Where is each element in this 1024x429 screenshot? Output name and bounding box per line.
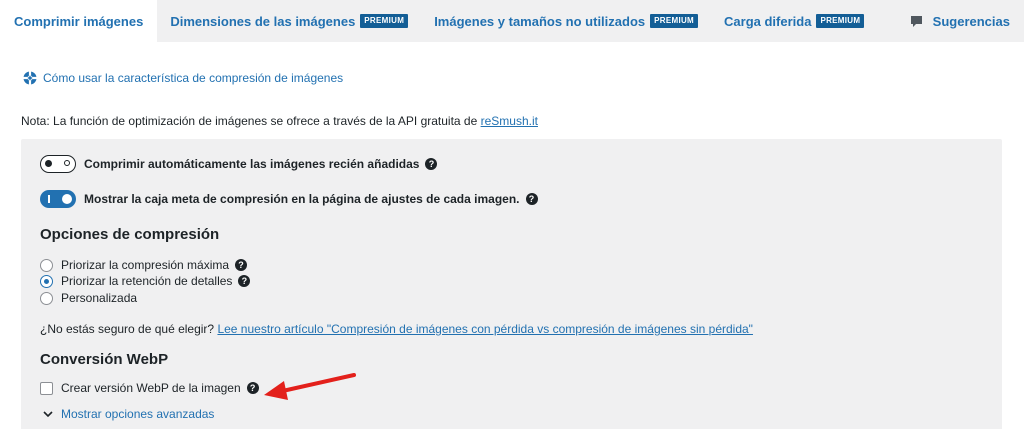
webp-checkbox[interactable] <box>40 381 53 395</box>
tab-label: Sugerencias <box>932 13 1010 29</box>
radio-button[interactable] <box>40 291 53 305</box>
radio-label: Priorizar la compresión máxima <box>61 258 230 272</box>
meta-box-row: Mostrar la caja meta de compresión en la… <box>40 190 538 208</box>
comment-icon <box>910 15 922 27</box>
help-icon[interactable]: ? <box>246 382 259 394</box>
webp-heading: Conversión WebP <box>40 351 169 368</box>
howto-link[interactable]: Cómo usar la característica de compresió… <box>23 71 343 85</box>
chevron-down-icon <box>43 410 53 417</box>
settings-panel: Comprimir automáticamente las imágenes r… <box>21 139 1002 429</box>
tab-compress-images[interactable]: Comprimir imágenes <box>0 0 158 42</box>
auto-compress-toggle[interactable] <box>40 155 76 173</box>
radio-option-max[interactable]: Priorizar la compresión máxima ? <box>40 258 248 272</box>
radio-option-custom[interactable]: Personalizada <box>40 291 137 305</box>
help-icon[interactable]: ? <box>525 193 538 205</box>
api-note: Nota: La función de optimización de imág… <box>21 114 538 128</box>
checkbox-label: Crear versión WebP de la imagen <box>61 381 241 395</box>
toggle-label: Comprimir automáticamente las imágenes r… <box>84 157 420 171</box>
resmush-link[interactable]: reSmush.it <box>481 114 538 128</box>
webp-checkbox-row[interactable]: Crear versión WebP de la imagen ? <box>40 381 259 395</box>
tab-image-dimensions[interactable]: Dimensiones de las imágenes PREMIUM <box>157 0 421 42</box>
howto-link-label: Cómo usar la característica de compresió… <box>43 71 344 85</box>
tab-label: Comprimir imágenes <box>14 13 144 29</box>
radio-label: Priorizar la retención de detalles <box>61 274 233 288</box>
compression-options-heading: Opciones de compresión <box>40 226 220 243</box>
auto-compress-row: Comprimir automáticamente las imágenes r… <box>40 155 438 173</box>
tab-suggestions[interactable]: Sugerencias <box>897 0 1024 42</box>
help-icon[interactable]: ? <box>425 158 438 170</box>
meta-box-toggle[interactable] <box>40 190 76 208</box>
radio-label: Personalizada <box>61 291 138 305</box>
tab-bar: Comprimir imágenes Dimensiones de las im… <box>0 0 1024 42</box>
advanced-options-link[interactable]: Mostrar opciones avanzadas <box>43 407 214 421</box>
advanced-link-label: Mostrar opciones avanzadas <box>61 407 215 421</box>
tab-unused-images[interactable]: Imágenes y tamaños no utilizados PREMIUM <box>421 0 711 42</box>
unsure-note: ¿No estás seguro de qué elegir? Lee nues… <box>40 322 753 336</box>
note-text: Nota: La función de optimización de imág… <box>21 114 481 128</box>
unsure-text: ¿No estás seguro de qué elegir? <box>40 322 218 336</box>
tab-label: Dimensiones de las imágenes <box>170 13 356 29</box>
help-wheel-icon <box>23 71 37 85</box>
tab-label: Imágenes y tamaños no utilizados <box>434 13 646 29</box>
tab-lazy-load[interactable]: Carga diferida PREMIUM <box>711 0 877 42</box>
main-content: Cómo usar la característica de compresió… <box>0 42 1024 429</box>
premium-badge: PREMIUM <box>816 14 865 28</box>
radio-button[interactable] <box>40 274 53 288</box>
radio-button[interactable] <box>40 258 53 272</box>
help-icon[interactable]: ? <box>238 275 251 287</box>
toggle-label: Mostrar la caja meta de compresión en la… <box>84 192 520 206</box>
radio-option-detail[interactable]: Priorizar la retención de detalles ? <box>40 274 251 288</box>
tab-label: Carga diferida <box>724 13 812 29</box>
article-link[interactable]: Lee nuestro artículo "Compresión de imág… <box>217 322 753 336</box>
help-icon[interactable]: ? <box>235 259 248 271</box>
premium-badge: PREMIUM <box>360 14 409 28</box>
premium-badge: PREMIUM <box>650 14 699 28</box>
